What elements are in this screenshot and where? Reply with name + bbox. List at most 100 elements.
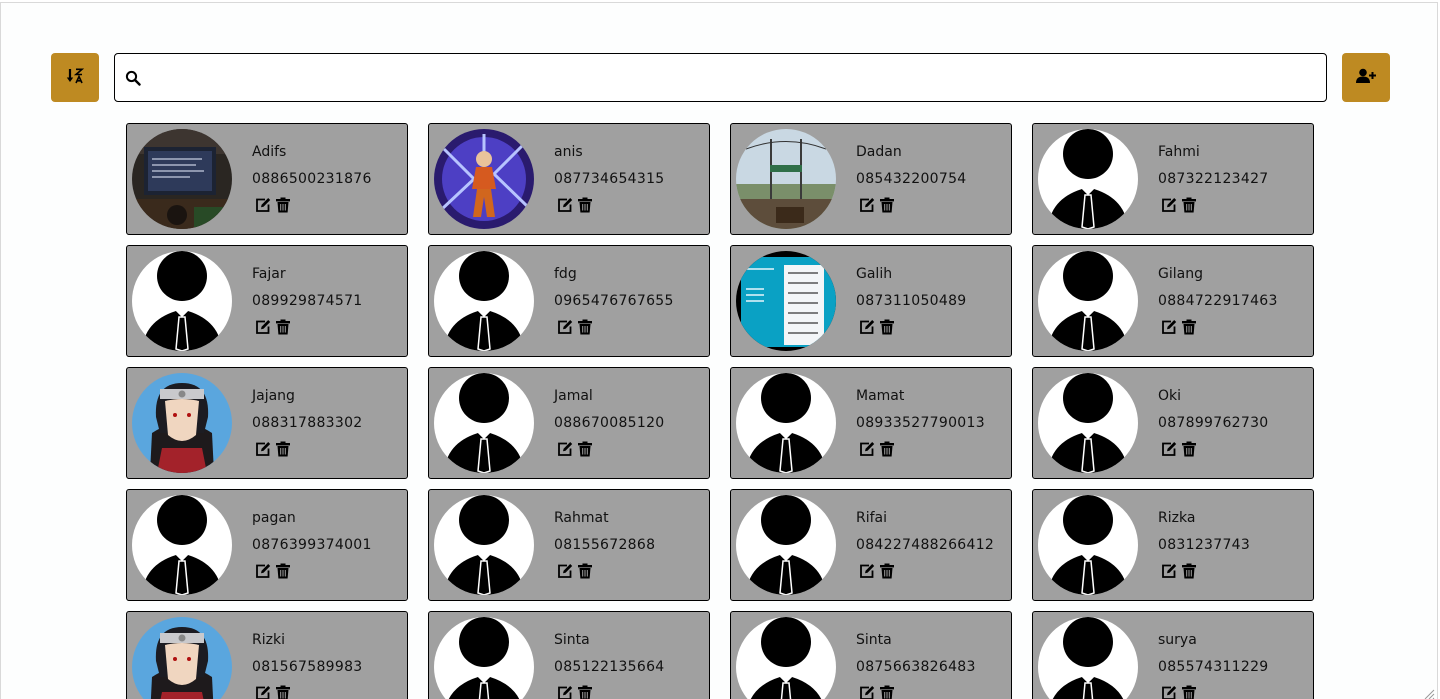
contact-card[interactable]: Jajang 088317883302 bbox=[126, 367, 408, 479]
contact-card[interactable]: Gilang 0884722917463 bbox=[1032, 245, 1314, 357]
contact-name: Rizka bbox=[1158, 510, 1196, 526]
edit-icon[interactable] bbox=[557, 197, 573, 213]
edit-icon[interactable] bbox=[859, 563, 875, 579]
trash-icon[interactable] bbox=[1181, 197, 1197, 213]
contact-card[interactable]: Jamal 088670085120 bbox=[428, 367, 710, 479]
card-actions bbox=[255, 197, 291, 213]
edit-icon[interactable] bbox=[859, 319, 875, 335]
trash-icon[interactable] bbox=[577, 319, 593, 335]
edit-icon[interactable] bbox=[1161, 319, 1177, 335]
edit-icon[interactable] bbox=[557, 319, 573, 335]
edit-icon[interactable] bbox=[557, 563, 573, 579]
contact-name: Jajang bbox=[252, 388, 295, 404]
edit-icon[interactable] bbox=[255, 441, 271, 457]
contact-card[interactable]: Fahmi 087322123427 bbox=[1032, 123, 1314, 235]
card-actions bbox=[557, 563, 593, 579]
contact-phone: 089929874571 bbox=[252, 293, 363, 309]
edit-icon[interactable] bbox=[255, 685, 271, 699]
contact-phone: 084227488266412 bbox=[856, 537, 995, 553]
contact-name: Fahmi bbox=[1158, 144, 1200, 160]
contact-card[interactable]: Rahmat 08155672868 bbox=[428, 489, 710, 601]
trash-icon[interactable] bbox=[577, 441, 593, 457]
trash-icon[interactable] bbox=[879, 319, 895, 335]
card-actions bbox=[1161, 563, 1197, 579]
trash-icon[interactable] bbox=[879, 197, 895, 213]
contact-phone: 081567589983 bbox=[252, 659, 363, 675]
avatar bbox=[132, 617, 232, 699]
contact-card[interactable]: surya 085574311229 bbox=[1032, 611, 1314, 699]
contact-phone: 088317883302 bbox=[252, 415, 363, 431]
contact-card[interactable]: Rizki 081567589983 bbox=[126, 611, 408, 699]
edit-icon[interactable] bbox=[255, 197, 271, 213]
contact-phone: 0875663826483 bbox=[856, 659, 976, 675]
sort-button[interactable] bbox=[51, 53, 99, 102]
trash-icon[interactable] bbox=[275, 685, 291, 699]
avatar bbox=[736, 129, 836, 229]
card-actions bbox=[1161, 197, 1197, 213]
contact-card[interactable]: pagan 0876399374001 bbox=[126, 489, 408, 601]
contact-name: Dadan bbox=[856, 144, 902, 160]
trash-icon[interactable] bbox=[1181, 441, 1197, 457]
resize-grip-icon[interactable] bbox=[1423, 685, 1435, 699]
search-input[interactable] bbox=[149, 54, 1323, 103]
contact-card[interactable]: Galih 087311050489 bbox=[730, 245, 1012, 357]
contact-name: surya bbox=[1158, 632, 1197, 648]
trash-icon[interactable] bbox=[275, 441, 291, 457]
contact-card[interactable]: anis 087734654315 bbox=[428, 123, 710, 235]
contact-name: fdg bbox=[554, 266, 577, 282]
edit-icon[interactable] bbox=[557, 685, 573, 699]
trash-icon[interactable] bbox=[577, 197, 593, 213]
contact-name: Rahmat bbox=[554, 510, 609, 526]
avatar bbox=[736, 373, 836, 473]
edit-icon[interactable] bbox=[859, 197, 875, 213]
edit-icon[interactable] bbox=[1161, 685, 1177, 699]
contact-name: Sinta bbox=[856, 632, 892, 648]
contact-card[interactable]: Oki 087899762730 bbox=[1032, 367, 1314, 479]
contact-card[interactable]: Rizka 0831237743 bbox=[1032, 489, 1314, 601]
contact-card[interactable]: Dadan 085432200754 bbox=[730, 123, 1012, 235]
contact-card[interactable]: Fajar 089929874571 bbox=[126, 245, 408, 357]
trash-icon[interactable] bbox=[275, 197, 291, 213]
avatar bbox=[434, 251, 534, 351]
add-contact-button[interactable] bbox=[1342, 53, 1390, 102]
toolbar bbox=[51, 53, 1390, 103]
trash-icon[interactable] bbox=[1181, 563, 1197, 579]
edit-icon[interactable] bbox=[557, 441, 573, 457]
trash-icon[interactable] bbox=[879, 441, 895, 457]
contact-phone: 0965476767655 bbox=[554, 293, 674, 309]
contact-phone: 085574311229 bbox=[1158, 659, 1269, 675]
card-actions bbox=[557, 197, 593, 213]
trash-icon[interactable] bbox=[275, 319, 291, 335]
contact-card[interactable]: Sinta 085122135664 bbox=[428, 611, 710, 699]
edit-icon[interactable] bbox=[859, 441, 875, 457]
contact-card[interactable]: fdg 0965476767655 bbox=[428, 245, 710, 357]
contact-phone: 0884722917463 bbox=[1158, 293, 1278, 309]
contact-phone: 087311050489 bbox=[856, 293, 967, 309]
trash-icon[interactable] bbox=[577, 685, 593, 699]
edit-icon[interactable] bbox=[255, 319, 271, 335]
trash-icon[interactable] bbox=[879, 685, 895, 699]
contact-name: Oki bbox=[1158, 388, 1182, 404]
contact-card[interactable]: Sinta 0875663826483 bbox=[730, 611, 1012, 699]
avatar bbox=[1038, 129, 1138, 229]
trash-icon[interactable] bbox=[577, 563, 593, 579]
edit-icon[interactable] bbox=[255, 563, 271, 579]
contact-card[interactable]: Rifai 084227488266412 bbox=[730, 489, 1012, 601]
card-actions bbox=[1161, 319, 1197, 335]
avatar bbox=[434, 373, 534, 473]
contact-card[interactable]: Adifs 0886500231876 bbox=[126, 123, 408, 235]
edit-icon[interactable] bbox=[859, 685, 875, 699]
contact-phone: 087899762730 bbox=[1158, 415, 1269, 431]
trash-icon[interactable] bbox=[879, 563, 895, 579]
edit-icon[interactable] bbox=[1161, 441, 1177, 457]
card-actions bbox=[1161, 441, 1197, 457]
trash-icon[interactable] bbox=[1181, 685, 1197, 699]
contact-name: anis bbox=[554, 144, 583, 160]
app-frame: Adifs 0886500231876 anis 087734654315 Dadan 0… bbox=[0, 2, 1438, 699]
trash-icon[interactable] bbox=[1181, 319, 1197, 335]
trash-icon[interactable] bbox=[275, 563, 291, 579]
contact-card[interactable]: Mamat 08933527790013 bbox=[730, 367, 1012, 479]
edit-icon[interactable] bbox=[1161, 563, 1177, 579]
edit-icon[interactable] bbox=[1161, 197, 1177, 213]
contact-name: Rizki bbox=[252, 632, 285, 648]
